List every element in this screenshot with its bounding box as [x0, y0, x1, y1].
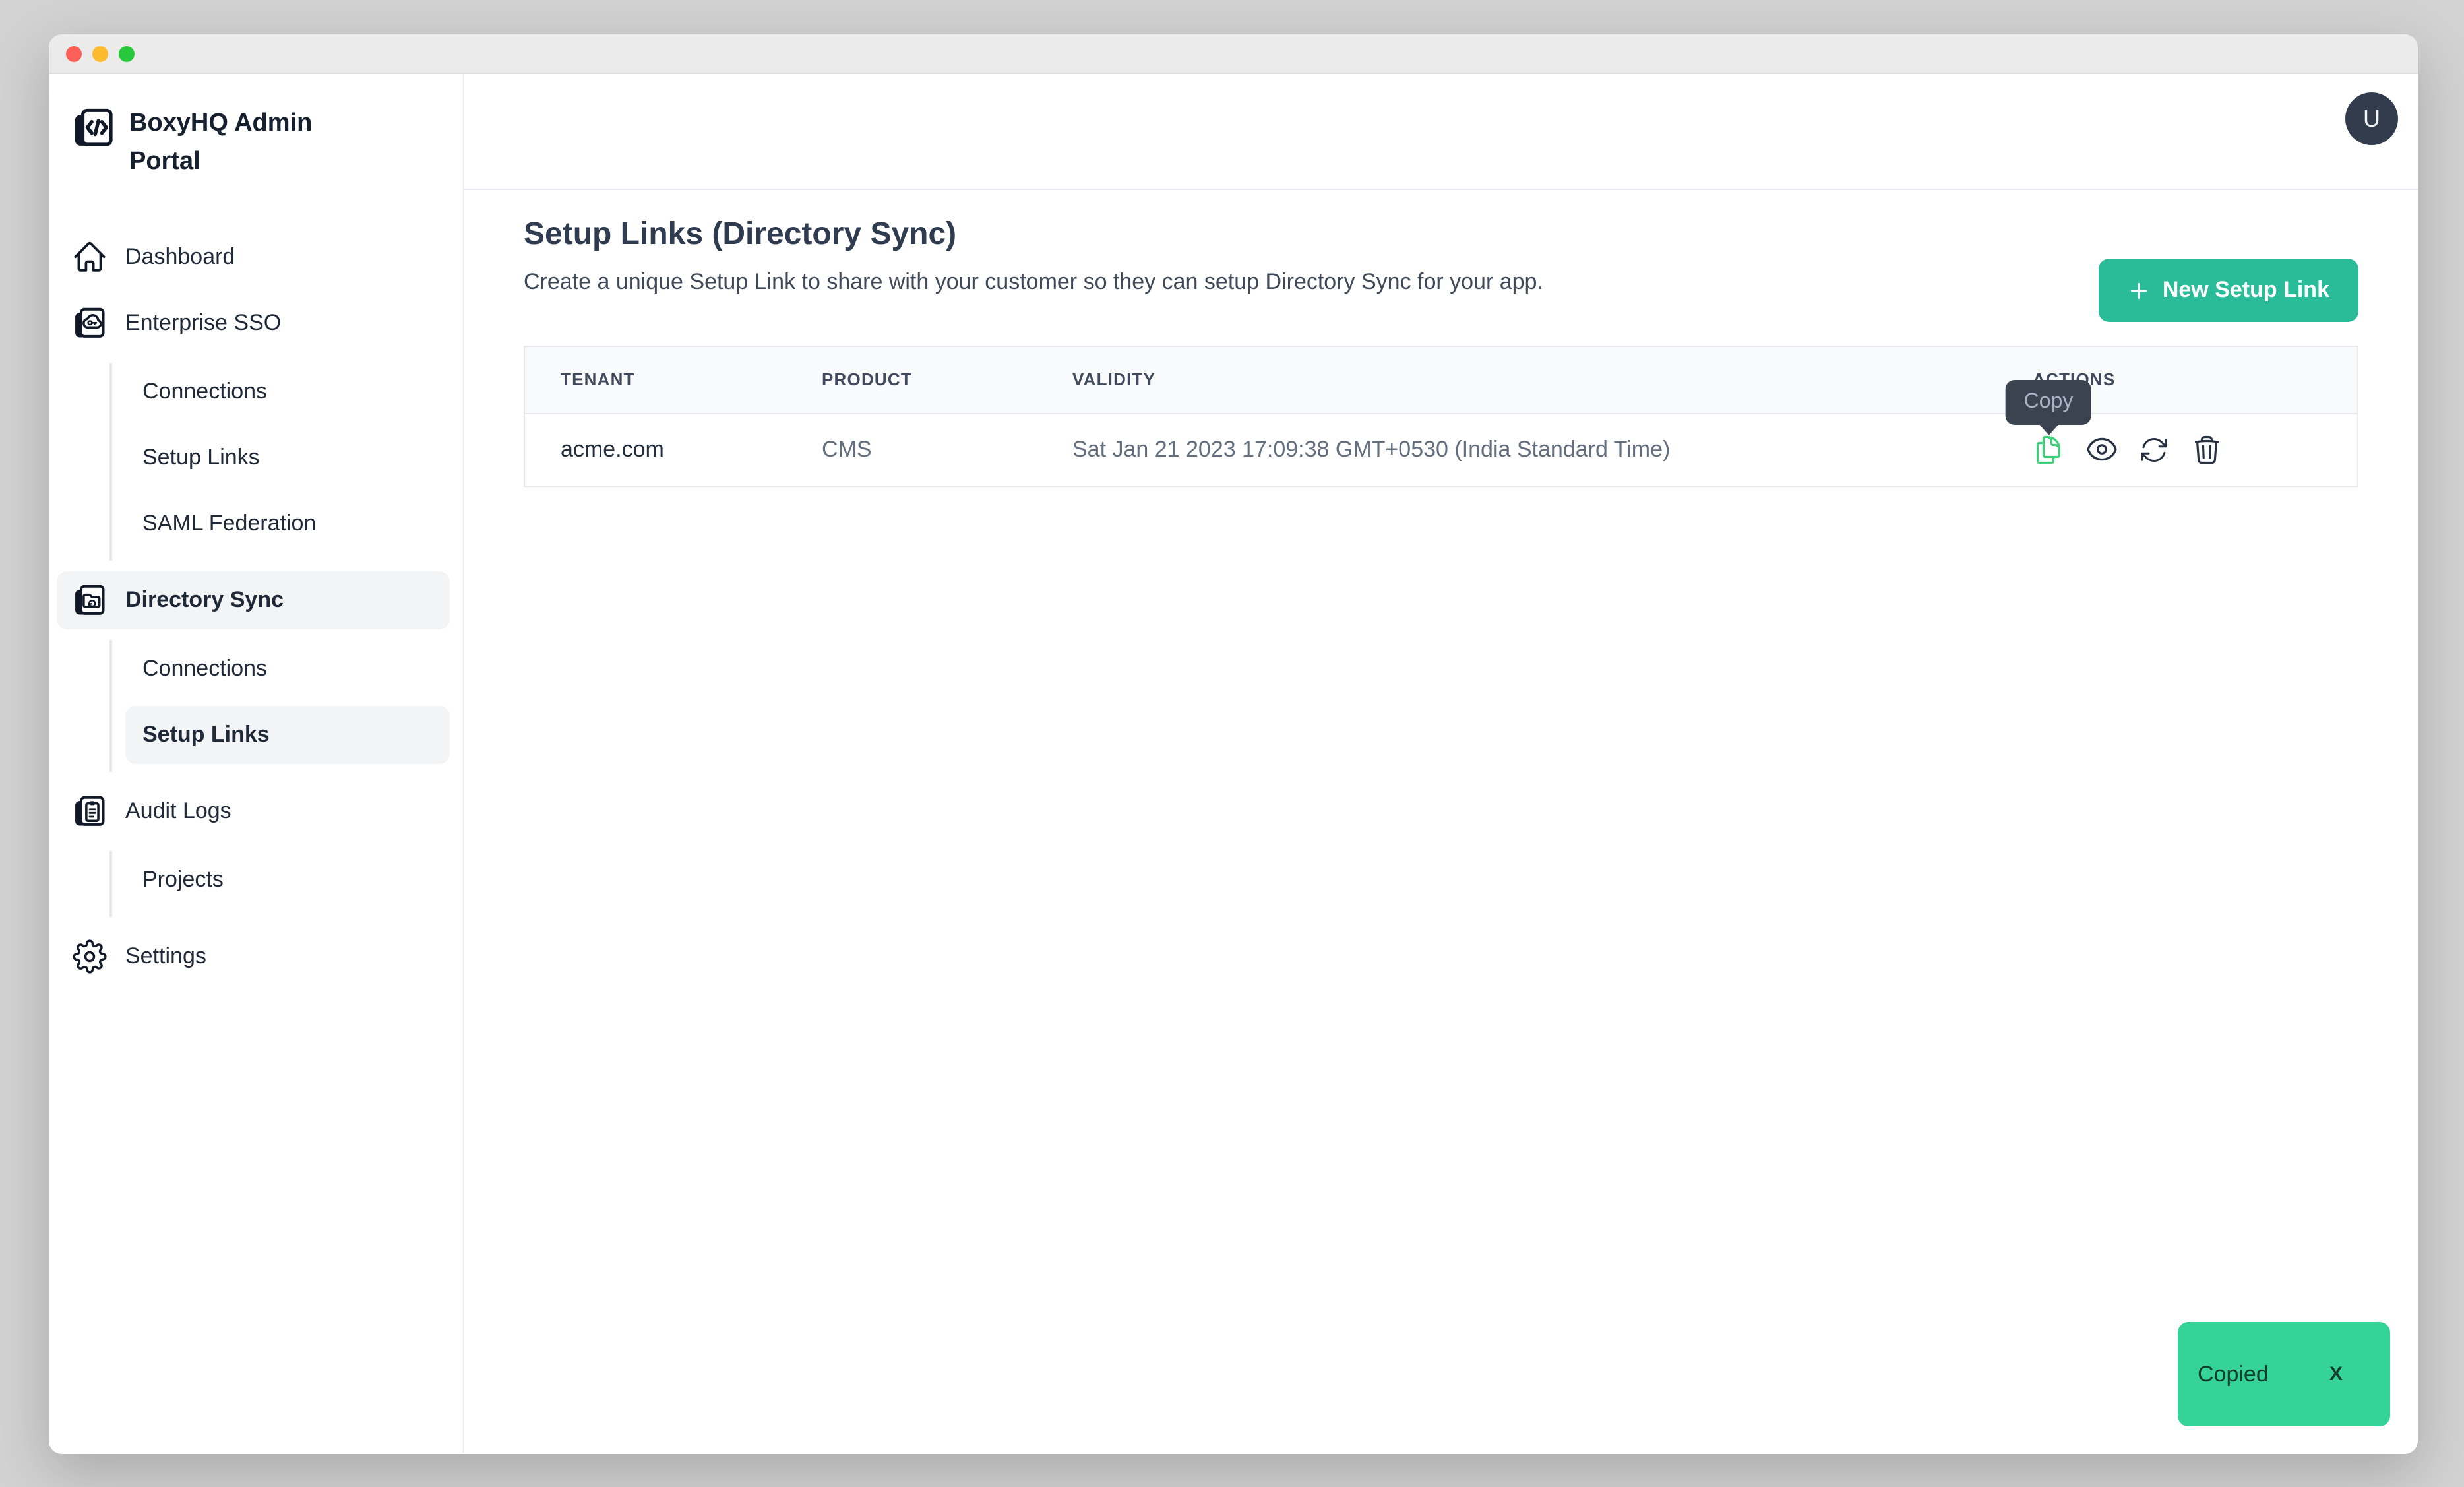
page-title: Setup Links (Directory Sync): [524, 216, 2358, 253]
sidebar-item-dsync-connections[interactable]: Connections: [125, 640, 450, 698]
sidebar-item-label: Setup Links: [142, 445, 260, 471]
new-setup-link-button[interactable]: New Setup Link: [2099, 259, 2358, 322]
page-description: Create a unique Setup Link to share with…: [524, 269, 2358, 296]
audit-logs-icon: [71, 793, 108, 830]
sidebar: BoxyHQ Admin Portal Dashboard: [49, 74, 464, 1453]
sidebar-item-sso-setup-links[interactable]: Setup Links: [125, 429, 450, 487]
sidebar-item-audit-logs[interactable]: Audit Logs: [57, 782, 450, 840]
sidebar-item-label: SAML Federation: [142, 511, 316, 537]
sidebar-item-saml-federation[interactable]: SAML Federation: [125, 495, 450, 553]
brand-name: BoxyHQ Admin Portal: [129, 106, 340, 181]
toast-message: Copied: [2198, 1361, 2269, 1387]
audit-logs-subnav: Projects: [109, 851, 450, 917]
sidebar-item-label: Connections: [142, 656, 267, 682]
window-titlebar: [49, 34, 2418, 74]
new-setup-link-label: New Setup Link: [2163, 277, 2329, 303]
copy-icon: [2033, 434, 2064, 466]
table-row: acme.com CMS Sat Jan 21 2023 17:09:38 GM…: [525, 413, 2357, 486]
regenerate-action-button[interactable]: [2138, 434, 2170, 466]
eye-icon: [2085, 433, 2118, 466]
sidebar-nav: Dashboard Enterprise SSO: [49, 228, 463, 994]
sidebar-item-settings[interactable]: Settings: [57, 928, 450, 986]
home-icon: [71, 239, 108, 276]
sidebar-item-label: Dashboard: [125, 244, 235, 270]
trash-icon: [2191, 434, 2223, 466]
directory-sync-icon: [71, 582, 108, 619]
delete-action-button[interactable]: [2191, 434, 2223, 466]
copy-action-button[interactable]: Copy: [2033, 434, 2064, 466]
enterprise-sso-subnav: Connections Setup Links SAML Federation: [109, 363, 450, 561]
copy-tooltip: Copy: [2006, 380, 2092, 425]
directory-sync-subnav: Connections Setup Links: [109, 640, 450, 772]
avatar-initial: U: [2363, 105, 2380, 133]
sidebar-item-dsync-setup-links[interactable]: Setup Links: [125, 706, 450, 764]
close-window-button[interactable]: [66, 46, 82, 61]
user-avatar[interactable]: U: [2345, 92, 2398, 145]
column-header-validity: VALIDITY: [1037, 347, 2027, 413]
gear-icon: [71, 938, 108, 975]
minimize-window-button[interactable]: [92, 46, 108, 61]
brand: BoxyHQ Admin Portal: [49, 74, 463, 181]
refresh-icon: [2138, 434, 2170, 466]
sidebar-item-directory-sync[interactable]: Directory Sync: [57, 571, 450, 629]
enterprise-sso-icon: [71, 305, 108, 342]
topbar: U: [464, 74, 2418, 190]
copied-toast: Copied X: [2178, 1322, 2390, 1426]
main-area: U Setup Links (Directory Sync) Create a …: [464, 74, 2418, 1453]
page-content: Setup Links (Directory Sync) Create a un…: [464, 190, 2418, 487]
sidebar-item-label: Directory Sync: [125, 587, 284, 614]
cell-tenant: acme.com: [525, 413, 786, 486]
plus-icon: [2128, 279, 2151, 301]
sidebar-item-label: Settings: [125, 943, 206, 970]
column-header-tenant: TENANT: [525, 347, 786, 413]
view-action-button[interactable]: [2085, 434, 2117, 466]
sidebar-item-label: Enterprise SSO: [125, 310, 281, 336]
column-header-product: PRODUCT: [786, 347, 1037, 413]
sidebar-item-label: Projects: [142, 867, 224, 893]
toast-close-button[interactable]: X: [2329, 1363, 2343, 1385]
desktop-background: BoxyHQ Admin Portal Dashboard: [0, 0, 2464, 1487]
sidebar-item-projects[interactable]: Projects: [125, 851, 450, 909]
setup-links-table: TENANT PRODUCT VALIDITY ACTIONS acme.com…: [524, 346, 2358, 487]
sidebar-item-dashboard[interactable]: Dashboard: [57, 228, 450, 286]
zoom-window-button[interactable]: [119, 46, 135, 61]
boxyhq-logo-icon: [71, 106, 116, 150]
sidebar-item-label: Setup Links: [142, 722, 270, 748]
sidebar-item-enterprise-sso[interactable]: Enterprise SSO: [57, 294, 450, 352]
cell-validity: Sat Jan 21 2023 17:09:38 GMT+0530 (India…: [1037, 413, 2027, 486]
app-window: BoxyHQ Admin Portal Dashboard: [49, 34, 2418, 1454]
sidebar-item-sso-connections[interactable]: Connections: [125, 363, 450, 421]
copy-tooltip-label: Copy: [2024, 391, 2074, 413]
sidebar-item-label: Audit Logs: [125, 798, 231, 825]
cell-product: CMS: [786, 413, 1037, 486]
sidebar-item-label: Connections: [142, 379, 267, 405]
